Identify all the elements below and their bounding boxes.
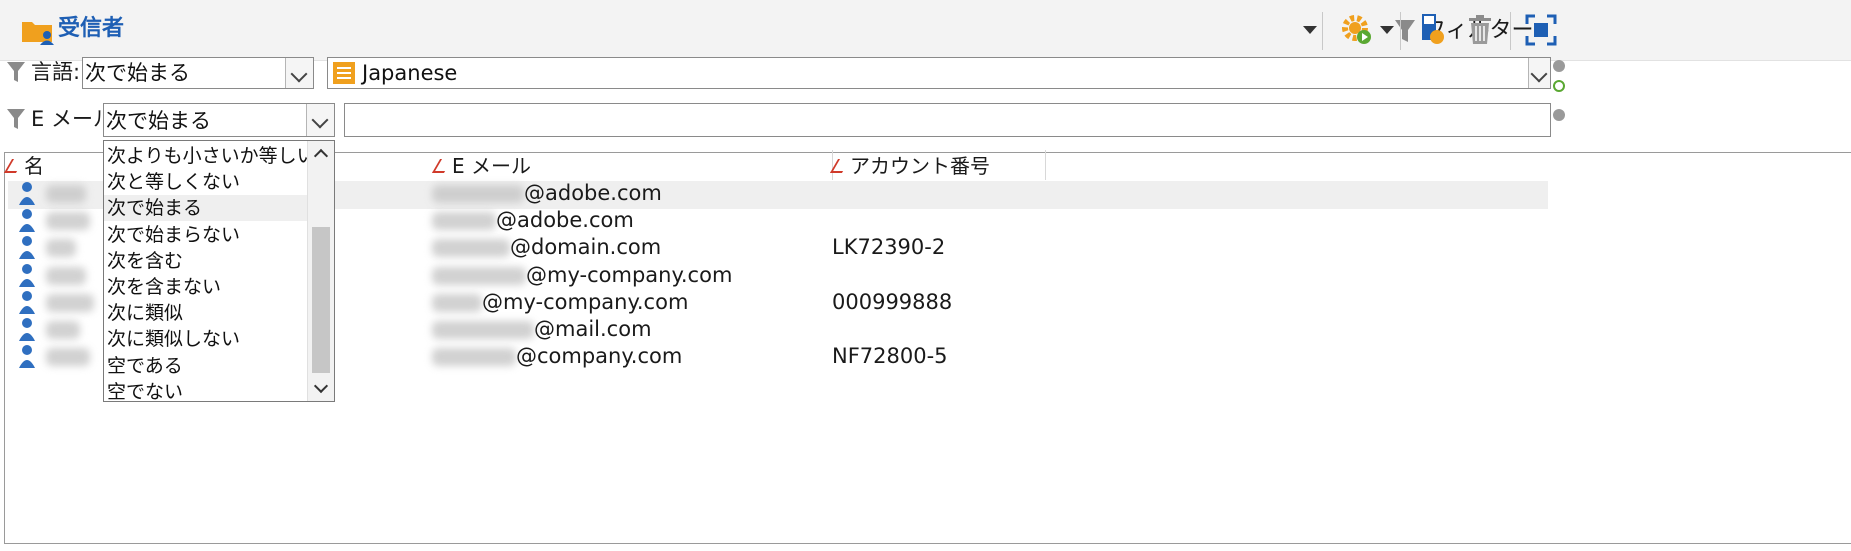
column-header-account[interactable]: アカウント番号: [829, 150, 990, 182]
email-operator-value: 次で始まる: [106, 109, 211, 133]
column-header-email-label: E メール: [452, 154, 531, 178]
chevron-down-icon: [290, 65, 308, 83]
email-value-input[interactable]: [344, 103, 1551, 137]
list-enum-icon: [333, 62, 355, 84]
redacted-email-user: [432, 212, 496, 231]
language-operator-value: 次で始まる: [85, 61, 190, 85]
chevron-down-icon: [1530, 65, 1548, 83]
dropdown-option[interactable]: 次よりも小さいか等しい: [104, 143, 316, 169]
dropdown-scrollbar[interactable]: [307, 141, 334, 401]
column-divider: [1045, 150, 1046, 180]
redacted-email-user: [432, 266, 526, 285]
chevron-down-icon[interactable]: [1303, 26, 1317, 34]
recipient-person-icon: [19, 236, 35, 260]
recipient-person-icon: [19, 182, 35, 205]
email-domain-cell: @mail.com: [534, 317, 652, 341]
email-domain-cell: @domain.com: [510, 235, 662, 260]
dropdown-option[interactable]: 次を含まない: [104, 274, 311, 300]
dropdown-option[interactable]: 次に類似しない: [104, 326, 311, 352]
title-bar: [0, 0, 1851, 61]
column-header-name-label: 名: [24, 154, 44, 178]
scroll-down-icon[interactable]: [313, 378, 329, 394]
redacted-name: [46, 321, 80, 339]
redacted-name: [46, 212, 90, 231]
redacted-name: [46, 185, 86, 203]
filter-icon[interactable]: [1394, 18, 1416, 44]
dropdown-option[interactable]: 次を含む: [104, 248, 311, 274]
remove-filter-icon[interactable]: [1553, 109, 1565, 121]
redacted-name: [46, 266, 86, 285]
redacted-name: [46, 348, 90, 367]
remove-filter-icon[interactable]: [1553, 60, 1565, 72]
email-operator-dropdown-button[interactable]: [306, 104, 334, 136]
operator-dropdown-list[interactable]: 次よりも小さいか等しい 次と等しくない 次で始まる 次で始まらない 次を含む 次を含まない…: [103, 140, 335, 405]
redacted-name: [46, 239, 76, 258]
account-number-cell: 000999888: [832, 289, 953, 314]
refresh-icon[interactable]: [1553, 80, 1565, 92]
dropdown-option[interactable]: 次に類似: [104, 300, 311, 326]
email-domain-cell: @my-company.com: [482, 289, 689, 314]
email-domain-cell: @my-company.com: [526, 262, 733, 287]
gear-action-icon[interactable]: [1340, 13, 1374, 47]
column-divider: [832, 150, 833, 180]
language-operator-dropdown-button[interactable]: [285, 58, 313, 88]
recipient-person-icon: [19, 318, 35, 341]
account-number-cell: LK72390-2: [832, 235, 946, 260]
window-title: 受信者: [58, 16, 125, 41]
email-operator-select[interactable]: 次で始まる: [103, 103, 335, 137]
scrollbar-thumb[interactable]: [312, 227, 330, 373]
dropdown-option[interactable]: 空である: [104, 353, 311, 379]
language-operator-select[interactable]: 次で始まる: [82, 57, 314, 89]
language-value-dropdown-button[interactable]: [1528, 58, 1550, 88]
redacted-email-user: [432, 185, 524, 203]
filter-row-funnel-icon: [7, 109, 25, 129]
redacted-name: [46, 293, 94, 312]
toolbar-divider: [1322, 12, 1323, 50]
language-value-select[interactable]: Japanese: [327, 57, 1551, 89]
recipient-person-icon: [19, 209, 35, 233]
recipients-folder-icon: [22, 22, 54, 45]
dropdown-option[interactable]: 空でない: [104, 379, 311, 405]
toolbar-divider: [1400, 12, 1401, 50]
chevron-down-icon[interactable]: [1380, 26, 1394, 34]
column-header-account-label: アカウント番号: [850, 154, 990, 178]
column-header-email[interactable]: E メール: [431, 150, 531, 182]
account-number-cell: NF72800-5: [832, 344, 948, 369]
new-record-icon[interactable]: [1418, 12, 1446, 48]
toolbar-divider: [1510, 12, 1511, 50]
email-domain-cell: @adobe.com: [496, 208, 634, 233]
scroll-up-icon[interactable]: [313, 148, 329, 164]
filter-row-funnel-icon: [7, 62, 25, 82]
email-domain-cell: @adobe.com: [524, 181, 662, 205]
recipient-person-icon: [19, 290, 35, 314]
email-domain-cell: @company.com: [516, 344, 683, 369]
chevron-down-icon: [311, 111, 329, 129]
dropdown-option[interactable]: 次で始まらない: [104, 222, 311, 248]
redacted-email-user: [432, 348, 516, 367]
redacted-email-user: [432, 239, 510, 258]
recipient-person-icon: [19, 345, 35, 369]
delete-icon[interactable]: [1466, 14, 1494, 46]
column-header-name[interactable]: 名: [3, 150, 44, 182]
redacted-email-user: [432, 321, 534, 339]
language-filter-label: 言語:: [31, 60, 81, 84]
dropdown-option[interactable]: 次と等しくない: [104, 169, 311, 195]
redacted-email-user: [432, 293, 482, 312]
language-value: Japanese: [362, 61, 458, 85]
fit-screen-icon[interactable]: [1525, 14, 1557, 46]
recipient-person-icon: [19, 263, 35, 287]
dropdown-option[interactable]: 次で始まる: [104, 195, 311, 222]
